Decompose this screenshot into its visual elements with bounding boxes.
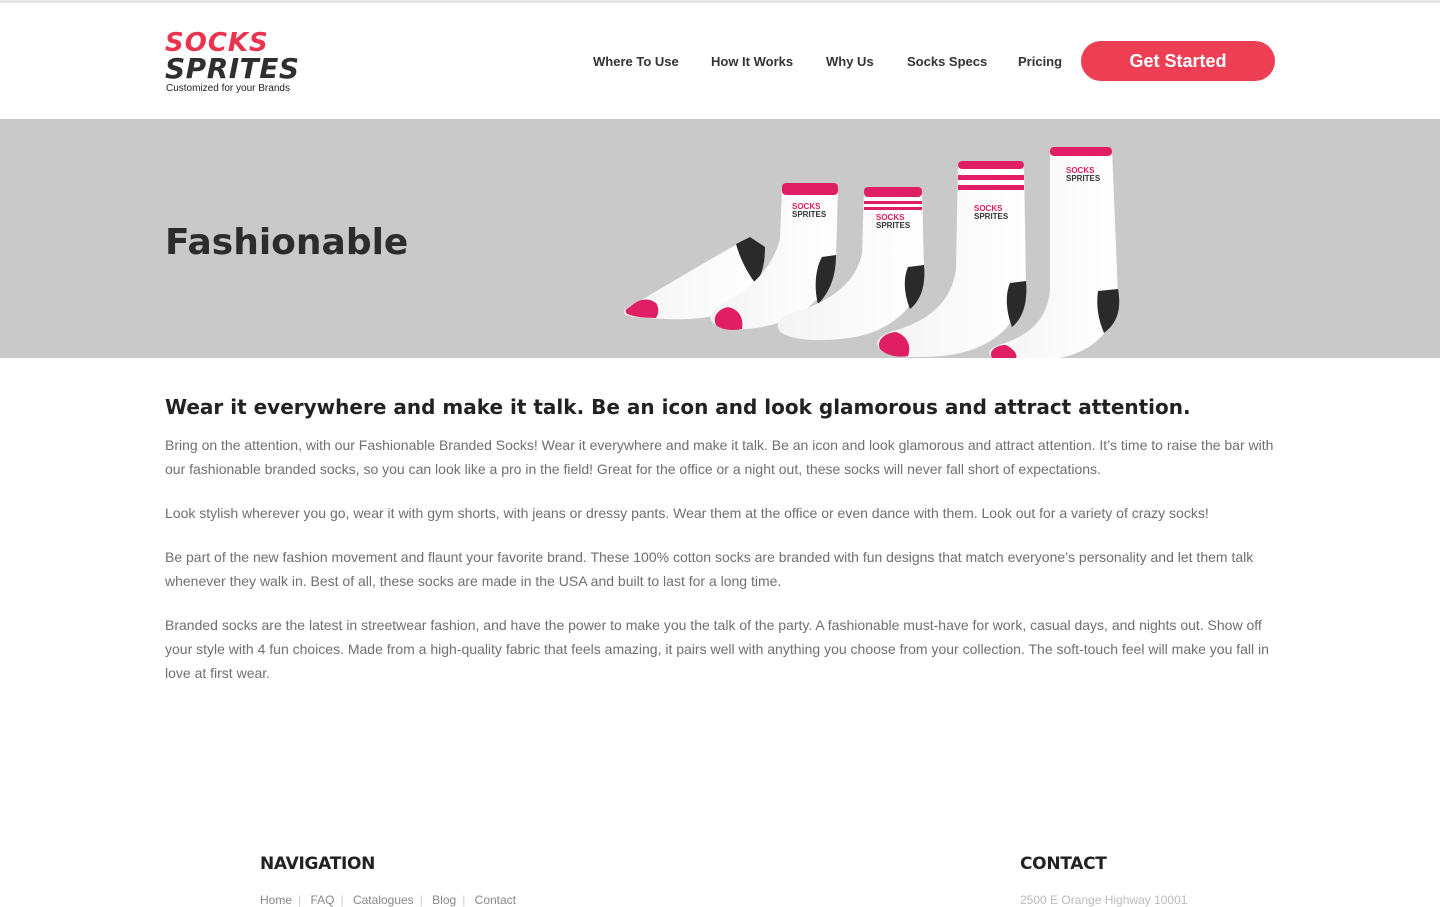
nav-item-pricing[interactable]: Pricing [1018, 54, 1062, 69]
divider: | [419, 893, 423, 907]
footer-link-catalogues[interactable]: Catalogues [353, 893, 414, 907]
footer-link-faq[interactable]: FAQ [310, 893, 334, 907]
footer-link-home[interactable]: Home [260, 893, 292, 907]
footer-address: 2500 E Orange Highway 10001 [1020, 893, 1188, 907]
paragraph-1: Bring on the attention, with our Fashion… [165, 437, 1274, 477]
paragraph-2: Look stylish wherever you go, wear it wi… [165, 505, 1209, 521]
paragraph-4: Branded socks are the latest in streetwe… [165, 617, 1269, 681]
svg-text:SPRITES: SPRITES [792, 210, 827, 219]
footer-contact-heading: CONTACT [1020, 854, 1107, 874]
svg-text:SPRITES: SPRITES [974, 212, 1009, 221]
main-content: Wear it everywhere and make it talk. Be … [165, 393, 1275, 705]
nav-item-how-it-works[interactable]: How It Works [711, 54, 793, 69]
footer-link-contact[interactable]: Contact [475, 893, 516, 907]
footer-nav-heading: NAVIGATION [260, 854, 376, 874]
footer-links: Home | FAQ | Catalogues | Blog | Contact [260, 893, 522, 907]
brand-logo[interactable]: SOCKS SPRITES Customized for your Brands [165, 30, 315, 100]
hero-banner: Fashionable SOCKS SPRITES SOCKS SPRITES … [0, 119, 1440, 358]
divider: | [340, 893, 344, 907]
nav-item-where-to-use[interactable]: Where To Use [593, 54, 679, 69]
logo-word-bottom: SPRITES [165, 52, 300, 85]
divider: | [298, 893, 302, 907]
footer-link-blog[interactable]: Blog [432, 893, 456, 907]
nav-item-socks-specs[interactable]: Socks Specs [907, 54, 987, 69]
section-headline: Wear it everywhere and make it talk. Be … [165, 395, 1191, 419]
page-title: Fashionable [165, 222, 409, 263]
logo-tagline: Customized for your Brands [166, 83, 290, 94]
svg-text:SPRITES: SPRITES [1066, 174, 1101, 183]
get-started-button[interactable]: Get Started [1081, 41, 1275, 81]
divider: | [462, 893, 466, 907]
branded-socks-lineup-image: SOCKS SPRITES SOCKS SPRITES SOCKS SPRITE… [623, 147, 1120, 358]
site-header: SOCKS SPRITES Customized for your Brands… [0, 3, 1440, 119]
svg-text:SPRITES: SPRITES [876, 221, 911, 230]
nav-item-why-us[interactable]: Why Us [826, 54, 874, 69]
paragraph-3: Be part of the new fashion movement and … [165, 549, 1254, 589]
